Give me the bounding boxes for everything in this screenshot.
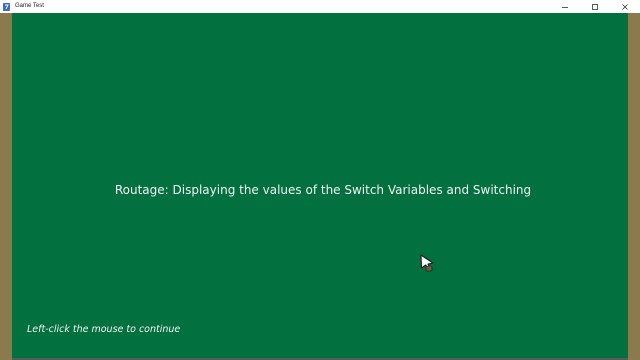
mouse-cursor-icon: [420, 254, 434, 272]
game-canvas[interactable]: Routage: Displaying the values of the Sw…: [12, 13, 628, 358]
scene-title: Routage: Displaying the values of the Sw…: [114, 183, 532, 197]
title-bar[interactable]: Game Test: [0, 0, 640, 13]
maximize-icon: [592, 3, 598, 10]
close-button[interactable]: [610, 0, 640, 13]
window-title: Game Test: [15, 3, 44, 9]
maximize-button[interactable]: [580, 0, 610, 13]
close-icon: [622, 3, 628, 10]
minimize-button[interactable]: [550, 0, 580, 13]
game-window: Game Test Routage: Displaying the values…: [0, 0, 640, 360]
continue-hint: Left-click the mouse to continue: [27, 324, 181, 335]
game-app-icon: [3, 2, 10, 11]
window-controls: [550, 0, 640, 13]
minimize-icon: [562, 6, 568, 8]
